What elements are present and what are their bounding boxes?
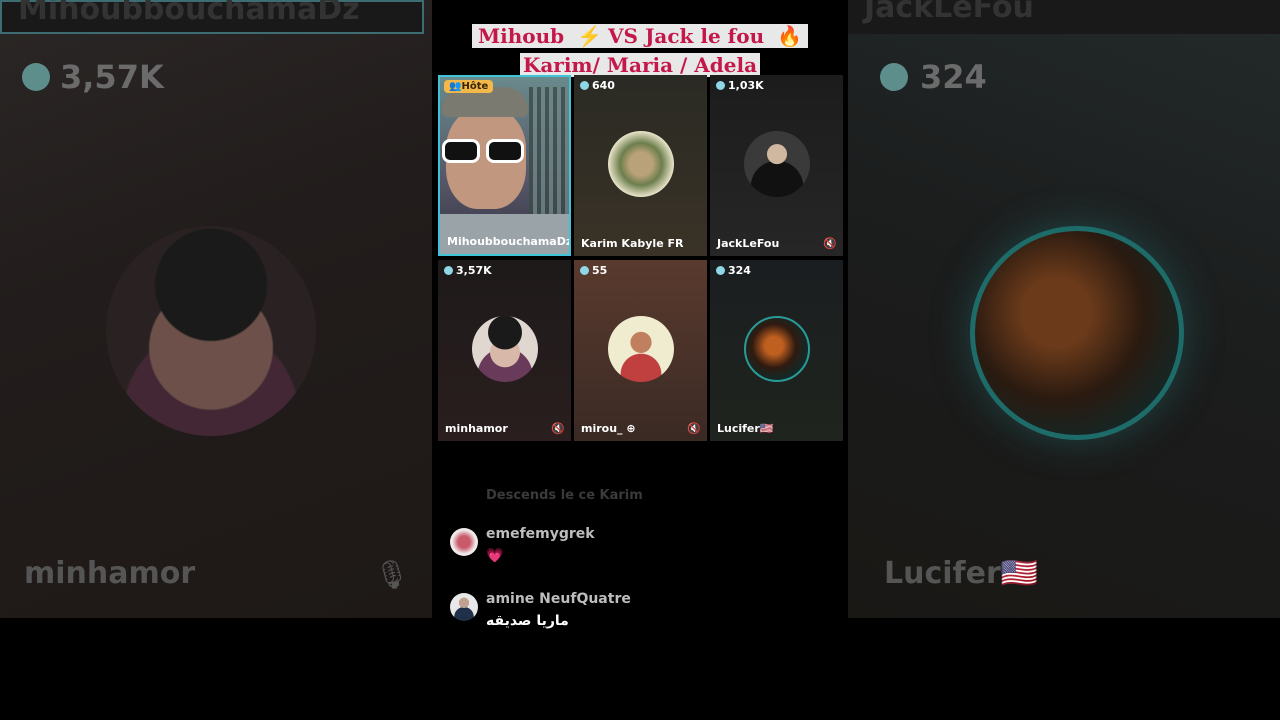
left-top-strip: MihoubbouchamaDz: [0, 0, 424, 34]
plus-circle-icon[interactable]: ⊕: [626, 422, 635, 435]
coin-badge: 55: [580, 264, 607, 277]
guest-name: Karim Kabyle FR: [581, 237, 684, 250]
coin-count: 324: [728, 264, 751, 277]
coin-icon: [716, 266, 725, 275]
host-video: [440, 77, 569, 254]
coin-badge: 1,03K: [716, 79, 764, 92]
live-room-view: Mihoub ⚡ VS Jack le fou 🔥 Karim/ Maria / …: [438, 0, 843, 629]
stream-title: Mihoub ⚡ VS Jack le fou 🔥 Karim/ Maria / …: [438, 22, 842, 80]
guest-name: minhamor: [445, 422, 508, 435]
chat-text: ماريا صديقه: [486, 613, 569, 629]
guest-grid: 👥Hôte MihoubbouchamaDz 640 Karim Kabyle …: [438, 75, 843, 441]
avatar[interactable]: [450, 528, 478, 556]
coin-count: 55: [592, 264, 608, 277]
host-badge: 👥Hôte: [444, 80, 494, 93]
faded-chat-message: Descends le ce Karim: [486, 488, 643, 503]
avatar: [608, 131, 674, 197]
title-part-1: Mihoub: [474, 24, 568, 48]
avatar: [744, 316, 810, 382]
avatar[interactable]: [450, 593, 478, 621]
guest-name-text: mirou_: [581, 422, 623, 435]
left-top-name: MihoubbouchamaDz: [18, 0, 360, 27]
coin-icon: [444, 266, 453, 275]
guest-tile[interactable]: 1,03K JackLeFou 🔇: [710, 75, 843, 256]
guest-tile[interactable]: 324 Lucifer🇺🇸: [710, 260, 843, 441]
right-blurred-background: JackLeFou 324 Lucifer🇺🇸: [848, 0, 1280, 618]
right-large-avatar: [970, 226, 1184, 440]
mic-off-icon: 🔇: [551, 422, 565, 435]
right-coin-count: 324: [920, 58, 987, 96]
coin-badge: 640: [580, 79, 615, 92]
guest-tile[interactable]: 55 mirou_ ⊕ 🔇: [574, 260, 707, 441]
lightning-icon: ⚡: [574, 24, 606, 48]
mic-off-icon: 🎙: [374, 558, 410, 591]
guest-name: mirou_ ⊕: [581, 422, 636, 435]
coin-icon: [880, 63, 908, 91]
guest-tile[interactable]: 3,57K minhamor 🔇: [438, 260, 571, 441]
coin-badge: 3,57K: [444, 264, 492, 277]
left-blurred-background: MihoubbouchamaDz 3,57K minhamor 🎙: [0, 0, 432, 618]
guest-tile[interactable]: 640 Karim Kabyle FR: [574, 75, 707, 256]
chat-text: 💗: [486, 548, 504, 564]
title-line-2: Karim/ Maria / Adela: [519, 53, 761, 77]
left-coin-count: 3,57K: [60, 58, 164, 96]
coin-count: 1,03K: [728, 79, 764, 92]
avatar: [744, 131, 810, 197]
mic-off-icon: 🔇: [687, 422, 701, 435]
left-user-name: minhamor: [24, 556, 196, 591]
avatar: [608, 316, 674, 382]
coin-count: 3,57K: [456, 264, 492, 277]
chat-feed[interactable]: Descends le ce Karim emefemygrek 💗 amine…: [438, 486, 842, 629]
coin-icon: [22, 63, 50, 91]
coin-icon: [580, 81, 589, 90]
coin-count: 640: [592, 79, 615, 92]
guest-name: Lucifer🇺🇸: [717, 422, 774, 435]
fire-icon: 🔥: [774, 24, 806, 48]
guest-tile-host[interactable]: 👥Hôte MihoubbouchamaDz: [438, 75, 571, 256]
mic-off-icon: 🔇: [823, 237, 837, 250]
left-large-avatar: [106, 226, 316, 436]
chat-username[interactable]: amine NeufQuatre: [486, 591, 631, 607]
avatar: [472, 316, 538, 382]
guest-name: MihoubbouchamaDz: [447, 235, 571, 248]
right-top-name: JackLeFou: [864, 0, 1034, 25]
coin-badge: 324: [716, 264, 751, 277]
coin-icon: [716, 81, 725, 90]
host-label: Hôte: [461, 81, 489, 92]
guest-name: JackLeFou: [717, 237, 780, 250]
host-icon: 👥: [449, 81, 462, 92]
title-part-2: VS Jack le fou: [605, 24, 768, 48]
right-top-strip: JackLeFou: [848, 0, 1280, 34]
right-user-name: Lucifer🇺🇸: [884, 556, 1039, 591]
coin-icon: [580, 266, 589, 275]
chat-username[interactable]: emefemygrek: [486, 526, 595, 542]
